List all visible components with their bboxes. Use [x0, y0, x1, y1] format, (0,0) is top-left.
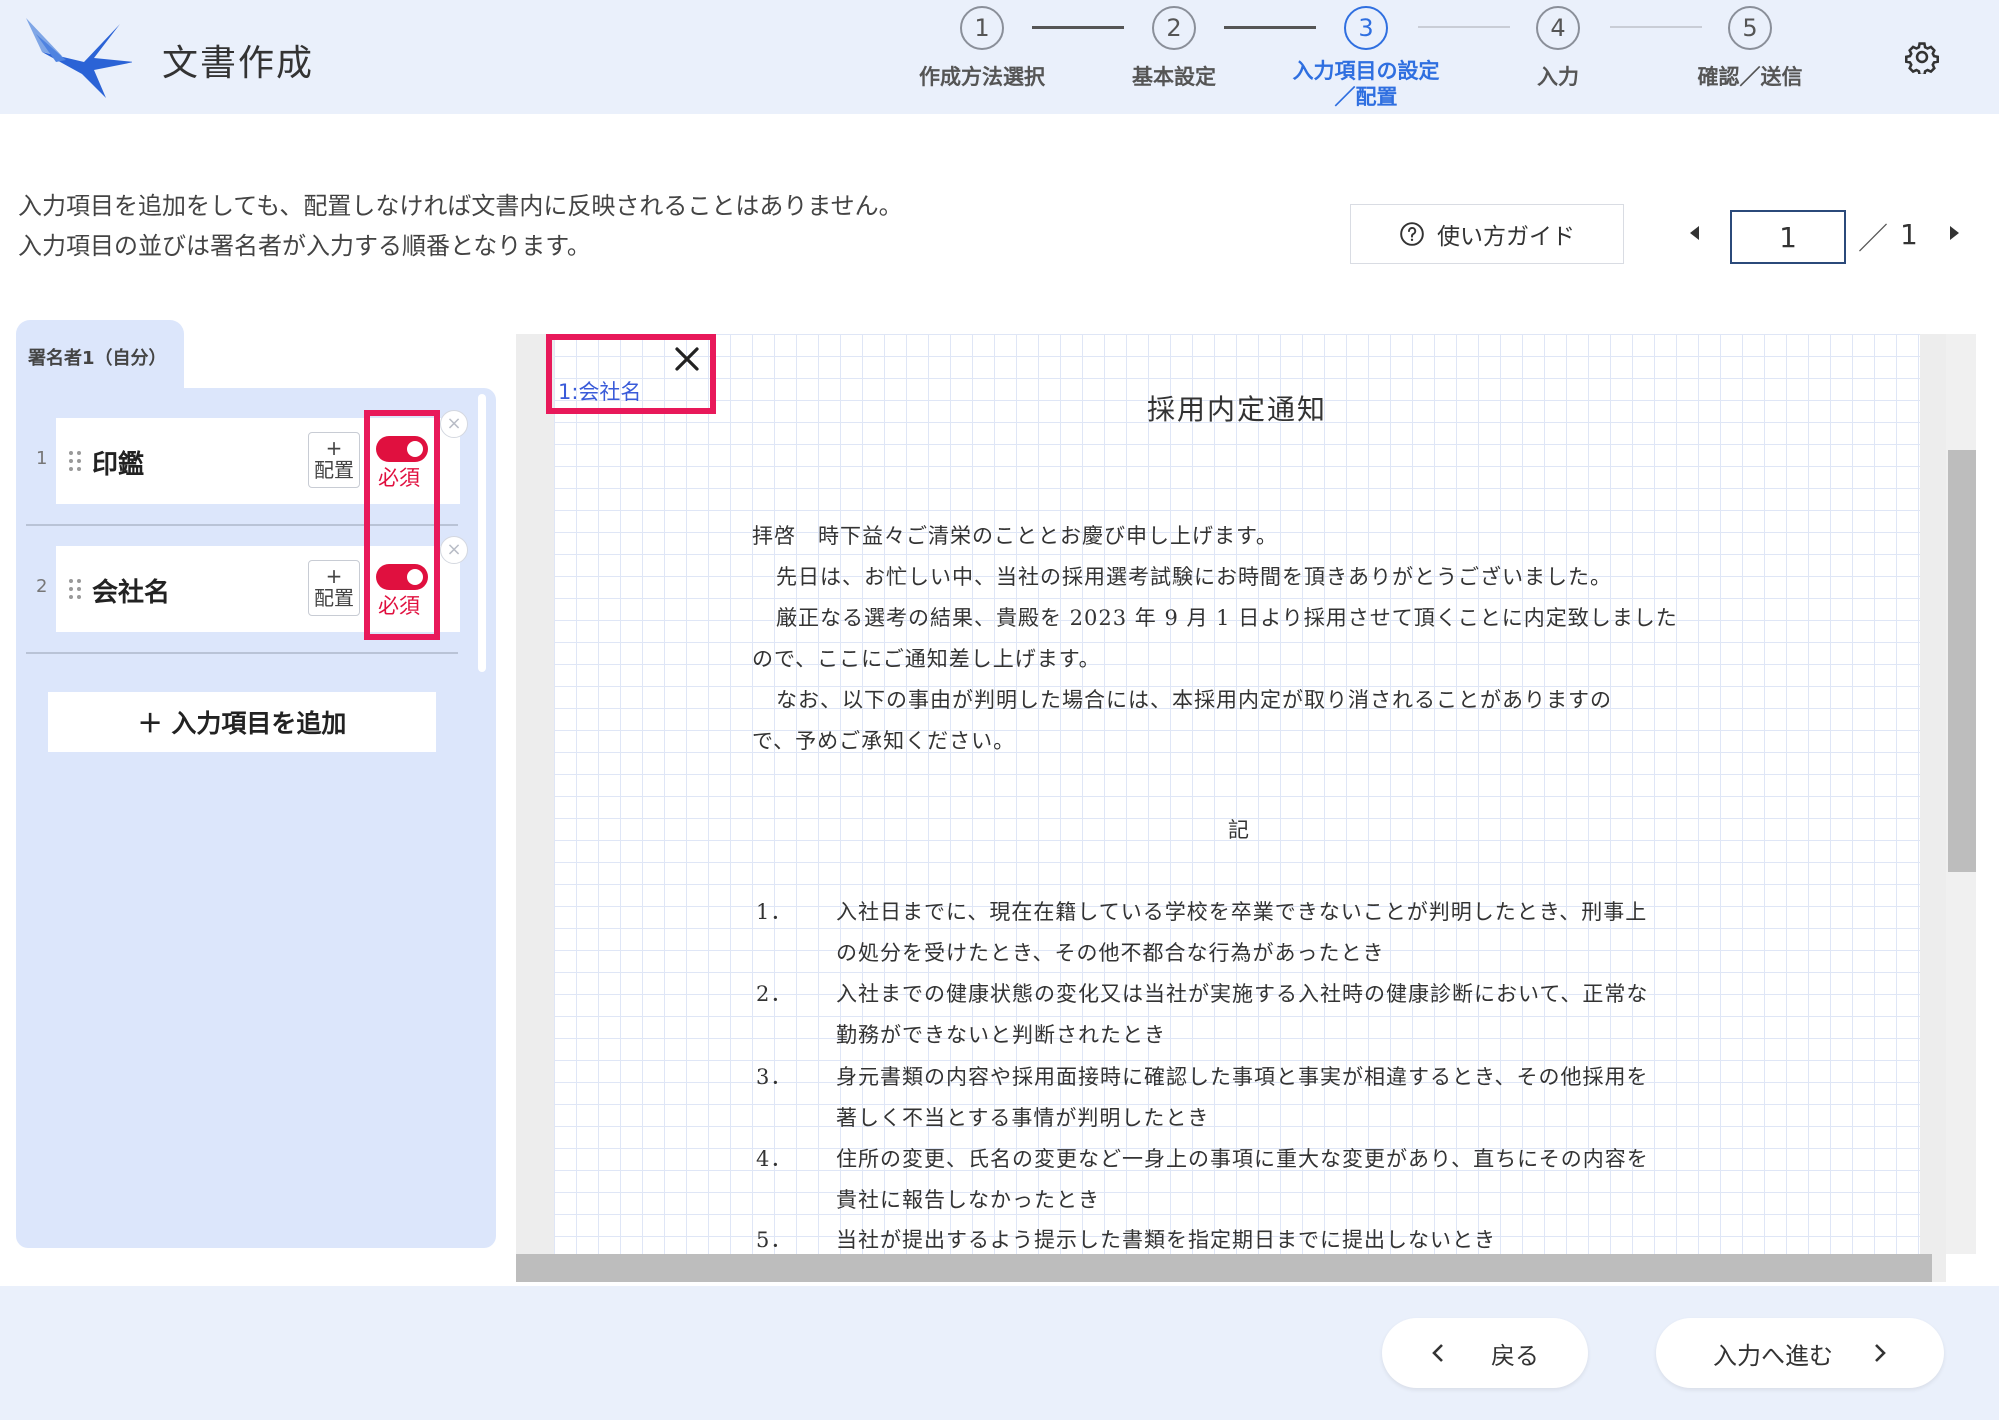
document-item-line: の処分を受けたとき、その他不都合な行為があったとき [836, 941, 1385, 965]
document-item-line: 入社日までに、現在在籍している学校を卒業できないことが判明したとき、刑事上 [836, 900, 1648, 924]
step-label: 作成方法選択 [919, 65, 1045, 89]
step-number: 2 [1152, 6, 1196, 50]
document-item-number: 3． [756, 1065, 793, 1089]
document-item-line: 貴社に報告しなかったとき [836, 1188, 1100, 1212]
document-item-line: 住所の変更、氏名の変更など一身上の事項に重大な変更があり、直ちにその内容を [836, 1147, 1649, 1171]
next-page-icon[interactable] [1950, 226, 1959, 240]
step-label: 基本設定 [1132, 65, 1216, 89]
document-horizontal-scrollbar[interactable] [516, 1254, 1932, 1282]
field-label: 会社名 [92, 578, 171, 608]
document-item-number: 4． [756, 1147, 793, 1171]
document-item-line: 身元書類の内容や採用面接時に確認した事項と事実が相違するとき、その他採用を [836, 1065, 1649, 1089]
drag-handle-icon[interactable] [68, 578, 82, 600]
swallow-logo-icon [26, 18, 132, 98]
gear-icon[interactable] [1905, 40, 1939, 74]
document-ki: 記 [1228, 818, 1250, 842]
field-number: 1 [36, 448, 48, 469]
step-3-active: 3 入力項目の設定 ／配置 [1276, 6, 1456, 110]
document-vertical-scrollbar-thumb[interactable] [1948, 450, 1976, 872]
step-number: 1 [960, 6, 1004, 50]
signer-tab[interactable]: 署名者1（自分） [16, 320, 184, 388]
page-total: 1 [1900, 218, 1918, 251]
step-label: 確認／送信 [1697, 65, 1803, 89]
intro-line2: 入力項目の並びは署名者が入力する順番となります。 [18, 232, 591, 260]
page-separator: ／ [1858, 222, 1888, 257]
app-title: 文書作成 [162, 43, 315, 84]
step-number: 4 [1536, 6, 1580, 50]
step-label-line1: 入力項目の設定 [1292, 59, 1440, 83]
chevron-left-icon [1432, 1344, 1443, 1362]
document-title: 採用内定通知 [1147, 393, 1328, 426]
document-page[interactable] [554, 334, 1920, 1254]
document-item-number: 1． [756, 900, 793, 924]
step-label: 入力 [1537, 65, 1579, 89]
chevron-right-icon [1875, 1344, 1886, 1362]
document-item-line: 入社までの健康状態の変化又は当社が実施する入社時の健康診断において、正常な [836, 982, 1649, 1006]
required-toggles-highlight [364, 410, 440, 640]
step-label-line2: ／配置 [1334, 85, 1398, 109]
step-5: 5 確認／送信 [1660, 6, 1840, 90]
document-line: なお、以下の事由が判明した場合には、本採用内定が取り消されることがありますの [776, 688, 1612, 712]
page-number-input[interactable] [1730, 210, 1846, 264]
step-number: 5 [1728, 6, 1772, 50]
document-item-number: 2． [756, 982, 793, 1006]
placed-field-label: 1:会社名 [558, 380, 642, 404]
plus-icon: + [325, 564, 343, 588]
document-line: ので、ここにご通知差し上げます。 [752, 647, 1101, 671]
add-input-field-button[interactable]: ＋ 入力項目を追加 [48, 692, 436, 752]
document-item-number: 5． [756, 1228, 793, 1252]
step-1: 1 作成方法選択 [892, 6, 1072, 90]
help-circle-icon [1400, 222, 1424, 246]
row-divider [26, 652, 458, 654]
step-4: 4 入力 [1468, 6, 1648, 90]
intro-line1: 入力項目を追加をしても、配置しなければ文書内に反映されることはありません。 [18, 192, 903, 220]
prev-page-icon[interactable] [1690, 226, 1699, 240]
field-label: 印鑑 [92, 450, 145, 480]
step-label: 入力項目の設定 ／配置 [1276, 58, 1456, 110]
step-number: 3 [1344, 6, 1388, 50]
place-button[interactable]: + 配置 [308, 432, 360, 488]
document-item-line: 著しく不当とする事情が判明したとき [836, 1106, 1210, 1130]
place-button[interactable]: + 配置 [308, 560, 360, 616]
back-button[interactable]: 戻る [1382, 1318, 1588, 1388]
document-line: 拝啓 時下益々ご清栄のこととお慶び申し上げます。 [752, 524, 1278, 548]
intro-text: 入力項目を追加をしても、配置しなければ文書内に反映されることはありません。 入力… [18, 186, 903, 266]
drag-handle-icon[interactable] [68, 450, 82, 472]
document-line: 厳正なる選考の結果、貴殿を 2023 年 9 月 1 日より採用させて頂くことに… [776, 606, 1678, 630]
document-item-line: 当社が提出するよう提示した書類を指定期日までに提出しないとき [836, 1228, 1496, 1252]
close-icon[interactable] [672, 344, 702, 374]
usage-guide-label: 使い方ガイド [1437, 224, 1575, 250]
document-item-line: 勤務ができないと判断されたとき [836, 1023, 1166, 1047]
place-button-label: 配置 [314, 586, 354, 610]
proceed-button-label: 入力へ進む [1713, 1341, 1833, 1370]
document-line: で、予めご承知ください。 [752, 729, 1016, 753]
back-button-label: 戻る [1491, 1341, 1539, 1370]
remove-field-close-icon[interactable]: × [440, 536, 468, 564]
step-2: 2 基本設定 [1084, 6, 1264, 90]
proceed-to-input-button[interactable]: 入力へ進む [1656, 1318, 1944, 1388]
usage-guide-button[interactable]: 使い方ガイド [1350, 204, 1624, 264]
remove-field-close-icon[interactable]: × [440, 410, 468, 438]
place-button-label: 配置 [314, 458, 354, 482]
plus-icon: + [325, 436, 343, 460]
document-line: 先日は、お忙しい中、当社の採用選考試験にお時間を頂きありがとうございました。 [776, 565, 1612, 589]
panel-scrollbar[interactable] [478, 394, 486, 672]
field-number: 2 [36, 576, 48, 597]
